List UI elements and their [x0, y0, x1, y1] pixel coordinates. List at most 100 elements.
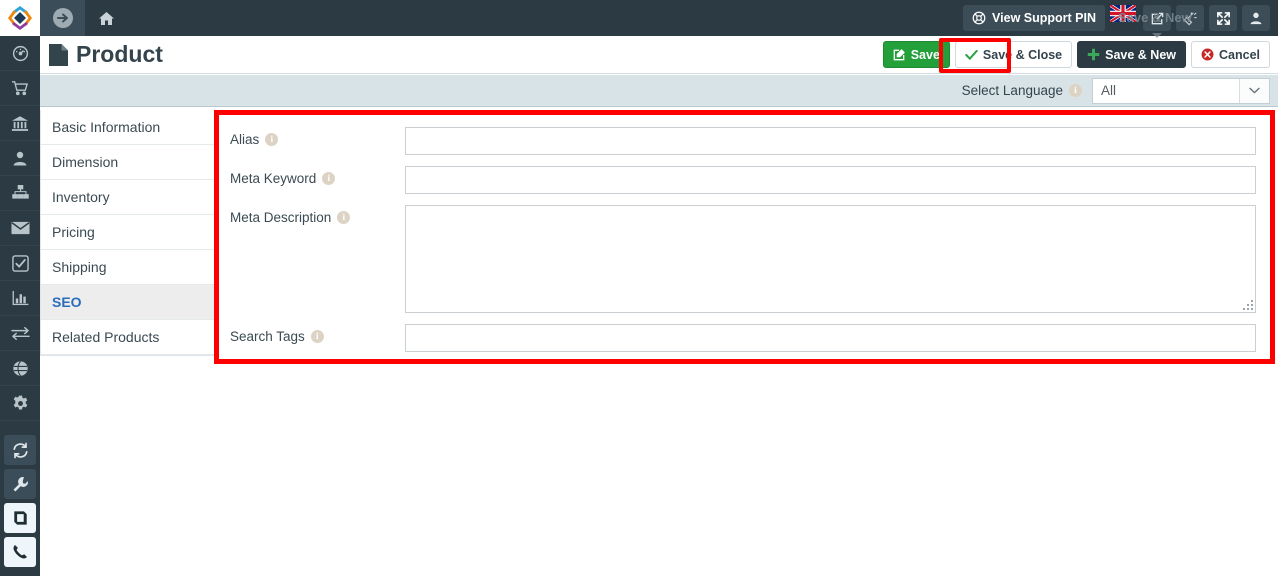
lifebuoy-icon	[972, 11, 986, 25]
form-row-alias: Alias i	[230, 127, 1262, 155]
rail-item-sales[interactable]	[0, 71, 40, 106]
user-account-button[interactable]	[1242, 5, 1270, 31]
page-title-bar: Product Save Save & Close Save & New Can…	[40, 36, 1278, 74]
app-logo[interactable]	[0, 0, 40, 36]
rail-item-transfers[interactable]	[0, 316, 40, 351]
cancel-button[interactable]: Cancel	[1191, 41, 1270, 68]
sidebar-item-label: Inventory	[52, 189, 110, 205]
rail-item-tasks[interactable]	[0, 246, 40, 281]
times-circle-icon	[1201, 48, 1214, 61]
form-row-meta-keyword: Meta Keyword i	[230, 166, 1262, 194]
bank-icon	[11, 115, 29, 132]
rail-item-organization[interactable]	[0, 176, 40, 211]
language-selected-value: All	[1101, 83, 1117, 98]
refresh-icon	[12, 442, 29, 459]
home-icon	[98, 11, 115, 26]
exchange-arrows-icon	[10, 326, 30, 340]
rail-item-tools[interactable]	[4, 469, 36, 499]
meta-description-textarea[interactable]	[405, 205, 1256, 313]
page-title: Product	[40, 41, 163, 68]
select-language-text: Select Language	[961, 83, 1063, 98]
rail-item-website[interactable]	[0, 351, 40, 386]
rail-item-phone[interactable]	[4, 537, 36, 567]
search-tags-label-text: Search Tags	[230, 329, 305, 344]
info-icon[interactable]: i	[322, 172, 336, 185]
info-icon[interactable]: i	[265, 133, 279, 146]
rail-item-messages[interactable]	[0, 211, 40, 246]
meta-keyword-label: Meta Keyword i	[230, 166, 405, 186]
forward-nav-button[interactable]	[40, 0, 85, 36]
sidebar-item-label: Pricing	[52, 224, 95, 240]
save-and-new-button[interactable]: Save & New	[1077, 41, 1186, 68]
info-icon[interactable]: i	[1069, 84, 1082, 97]
rail-item-reports[interactable]	[0, 281, 40, 316]
fullscreen-button[interactable]	[1209, 5, 1237, 31]
sidebar-item-seo[interactable]: SEO	[41, 285, 214, 320]
check-icon	[965, 49, 978, 61]
sidebar-item-inventory[interactable]: Inventory	[41, 180, 214, 215]
cancel-button-label: Cancel	[1219, 47, 1260, 62]
file-icon	[48, 43, 69, 67]
broom-icon	[1183, 11, 1198, 26]
edit-square-icon	[893, 48, 906, 61]
seo-form-panel: Alias i Meta Keyword i Meta Description …	[214, 110, 1275, 364]
phone-icon	[12, 544, 28, 560]
select-language-label: Select Language i	[962, 83, 1082, 98]
language-select[interactable]: All	[1092, 77, 1270, 104]
rail-item-accounting[interactable]	[0, 106, 40, 141]
rail-item-settings[interactable]	[0, 386, 40, 421]
plus-icon	[1087, 48, 1100, 61]
book-icon	[12, 510, 29, 526]
view-support-pin-button[interactable]: View Support PIN	[963, 5, 1105, 31]
meta-description-label: Meta Description i	[230, 205, 405, 225]
uk-flag-icon	[1109, 3, 1137, 24]
shopping-cart-icon	[11, 80, 29, 96]
wrench-icon	[12, 476, 29, 493]
gear-icon	[12, 395, 29, 412]
save-button-label: Save	[910, 47, 940, 62]
user-icon	[12, 150, 28, 166]
save-and-new-label: Save & New	[1105, 47, 1176, 62]
search-tags-input[interactable]	[405, 324, 1256, 352]
sitemap-icon	[11, 184, 29, 201]
sidebar-item-shipping[interactable]: Shipping	[41, 250, 214, 285]
save-and-close-button[interactable]: Save & Close	[954, 41, 1073, 68]
info-icon[interactable]: i	[337, 211, 351, 224]
alias-label-text: Alias	[230, 132, 260, 147]
language-flag-button[interactable]	[1109, 3, 1138, 31]
save-and-close-label: Save & Close	[982, 47, 1063, 62]
home-button[interactable]	[85, 0, 127, 36]
bar-chart-icon	[12, 290, 29, 306]
sidebar-item-dimension[interactable]: Dimension	[41, 145, 214, 180]
external-link-icon	[1150, 11, 1165, 26]
ghost-tooltip-caret	[1152, 33, 1162, 38]
sidebar-item-related-products[interactable]: Related Products	[41, 320, 214, 355]
alias-label: Alias i	[230, 127, 405, 147]
page-title-text: Product	[76, 41, 163, 67]
alias-input[interactable]	[405, 127, 1256, 155]
meta-keyword-label-text: Meta Keyword	[230, 171, 317, 186]
rail-item-catalog[interactable]	[4, 503, 36, 533]
clear-cache-button[interactable]	[1176, 5, 1204, 31]
save-button[interactable]: Save	[882, 41, 950, 68]
info-icon[interactable]: i	[310, 330, 324, 343]
sidebar-item-label: SEO	[52, 294, 82, 310]
rail-item-dashboard[interactable]	[0, 36, 40, 71]
rail-item-sync[interactable]	[4, 435, 36, 465]
sidebar-item-pricing[interactable]: Pricing	[41, 215, 214, 250]
chevron-down-icon[interactable]	[1239, 78, 1269, 103]
sidebar-item-label: Shipping	[52, 259, 107, 275]
resize-grip-icon[interactable]	[1241, 298, 1253, 310]
meta-description-label-text: Meta Description	[230, 210, 332, 225]
rail-item-customers[interactable]	[0, 141, 40, 176]
open-external-button[interactable]	[1143, 5, 1171, 31]
meta-keyword-input[interactable]	[405, 166, 1256, 194]
product-section-tabs: Basic Information Dimension Inventory Pr…	[40, 110, 215, 356]
sidebar-item-basic-information[interactable]: Basic Information	[41, 110, 214, 145]
seo-form-inner: Alias i Meta Keyword i Meta Description …	[219, 115, 1270, 373]
envelope-icon	[10, 221, 30, 235]
expand-icon	[1216, 11, 1231, 26]
diamond-logo-icon	[6, 4, 34, 32]
form-row-search-tags: Search Tags i	[230, 324, 1262, 352]
